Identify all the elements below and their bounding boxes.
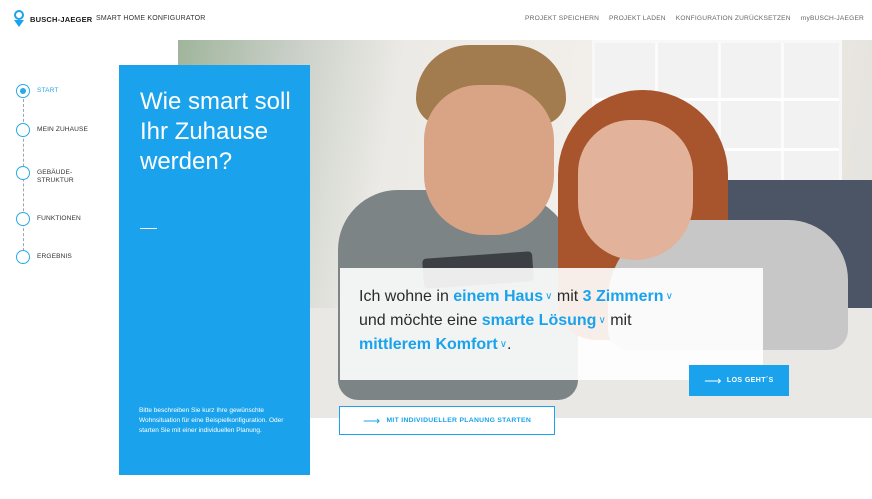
comfort-value: mittlerem Komfort bbox=[359, 336, 498, 353]
step-circle-icon bbox=[16, 250, 30, 264]
step-circle-icon bbox=[16, 123, 30, 137]
housing-type-value: einem Haus bbox=[453, 288, 544, 305]
solution-select[interactable]: smarte Lösung ∨ bbox=[482, 312, 606, 329]
sentence-text: mit bbox=[605, 312, 632, 329]
configuration-sentence-box: Ich wohne in einem Haus ∨ mit 3 Zimmern ∨ … bbox=[340, 268, 763, 380]
sentence-text: . bbox=[507, 336, 512, 353]
step-circle-icon bbox=[16, 212, 30, 226]
nav-load-project[interactable]: PROJEKT LADEN bbox=[609, 15, 666, 22]
chevron-down-icon: ∨ bbox=[665, 291, 673, 302]
busch-jaeger-logo-icon bbox=[14, 10, 24, 27]
step-label: START bbox=[37, 87, 59, 94]
rooms-select[interactable]: 3 Zimmern ∨ bbox=[583, 288, 673, 305]
sentence-text: mit bbox=[552, 288, 583, 305]
lets-go-label: LOS GEHT´S bbox=[726, 377, 774, 384]
configuration-sentence: Ich wohne in einem Haus ∨ mit 3 Zimmern ∨ … bbox=[359, 286, 759, 358]
chevron-down-icon: ∨ bbox=[545, 291, 553, 302]
individual-planning-label: MIT INDIVIDUELLER PLANUNG STARTEN bbox=[386, 417, 532, 424]
step-mein-zuhause[interactable]: MEIN ZUHAUSE bbox=[16, 123, 88, 137]
step-funktionen[interactable]: FUNKTIONEN bbox=[16, 212, 81, 226]
app-title: SMART HOME KONFIGURATOR bbox=[96, 15, 206, 22]
rooms-value: 3 Zimmern bbox=[582, 288, 664, 305]
intro-panel: Wie smart soll Ihr Zuhause werden? Bitte… bbox=[119, 65, 310, 475]
chevron-down-icon: ∨ bbox=[598, 315, 606, 326]
nav-my-busch-jaeger[interactable]: myBUSCH-JAEGER bbox=[801, 15, 864, 22]
step-gebaeude-struktur[interactable]: GEBÄUDE- STRUKTUR bbox=[16, 166, 74, 185]
logo[interactable]: BUSCH-JAEGER bbox=[12, 10, 92, 28]
comfort-select[interactable]: mittlerem Komfort ∨ bbox=[359, 336, 507, 353]
solution-value: smarte Lösung bbox=[481, 312, 597, 329]
intro-description: Bitte beschreiben Sie kurz Ihre gewünsch… bbox=[139, 407, 284, 434]
arrow-right-icon: ⟶ bbox=[362, 413, 381, 428]
step-circle-active-icon bbox=[16, 84, 30, 98]
individual-planning-button[interactable]: ⟶ MIT INDIVIDUELLER PLANUNG STARTEN bbox=[339, 406, 555, 435]
housing-type-select[interactable]: einem Haus ∨ bbox=[453, 288, 552, 305]
divider-dash bbox=[140, 228, 157, 229]
step-start[interactable]: START bbox=[16, 84, 59, 98]
sentence-text: Ich wohne in bbox=[359, 288, 454, 305]
step-label: GEBÄUDE- STRUKTUR bbox=[37, 169, 74, 184]
logo-text: BUSCH-JAEGER bbox=[30, 14, 93, 24]
arrow-right-icon: ⟶ bbox=[704, 373, 722, 388]
top-nav: PROJEKT SPEICHERN PROJEKT LADEN KONFIGUR… bbox=[525, 15, 864, 22]
header: BUSCH-JAEGER SMART HOME KONFIGURATOR PRO… bbox=[0, 0, 872, 40]
nav-reset-configuration[interactable]: KONFIGURATION ZURÜCKSETZEN bbox=[676, 15, 791, 22]
chevron-down-icon: ∨ bbox=[499, 339, 508, 350]
woman-face bbox=[578, 120, 693, 260]
step-ergebnis[interactable]: ERGEBNIS bbox=[16, 250, 72, 264]
step-label: FUNKTIONEN bbox=[37, 215, 81, 222]
lets-go-button[interactable]: ⟶ LOS GEHT´S bbox=[689, 365, 789, 396]
sentence-text: und möchte eine bbox=[359, 312, 482, 329]
man-face bbox=[424, 85, 554, 235]
step-circle-icon bbox=[16, 166, 30, 180]
nav-save-project[interactable]: PROJEKT SPEICHERN bbox=[525, 15, 599, 22]
page-headline: Wie smart soll Ihr Zuhause werden? bbox=[140, 88, 291, 175]
progress-stepper: START MEIN ZUHAUSE GEBÄUDE- STRUKTUR FUN… bbox=[16, 84, 111, 274]
step-label: MEIN ZUHAUSE bbox=[37, 126, 89, 133]
step-label: ERGEBNIS bbox=[37, 253, 72, 260]
